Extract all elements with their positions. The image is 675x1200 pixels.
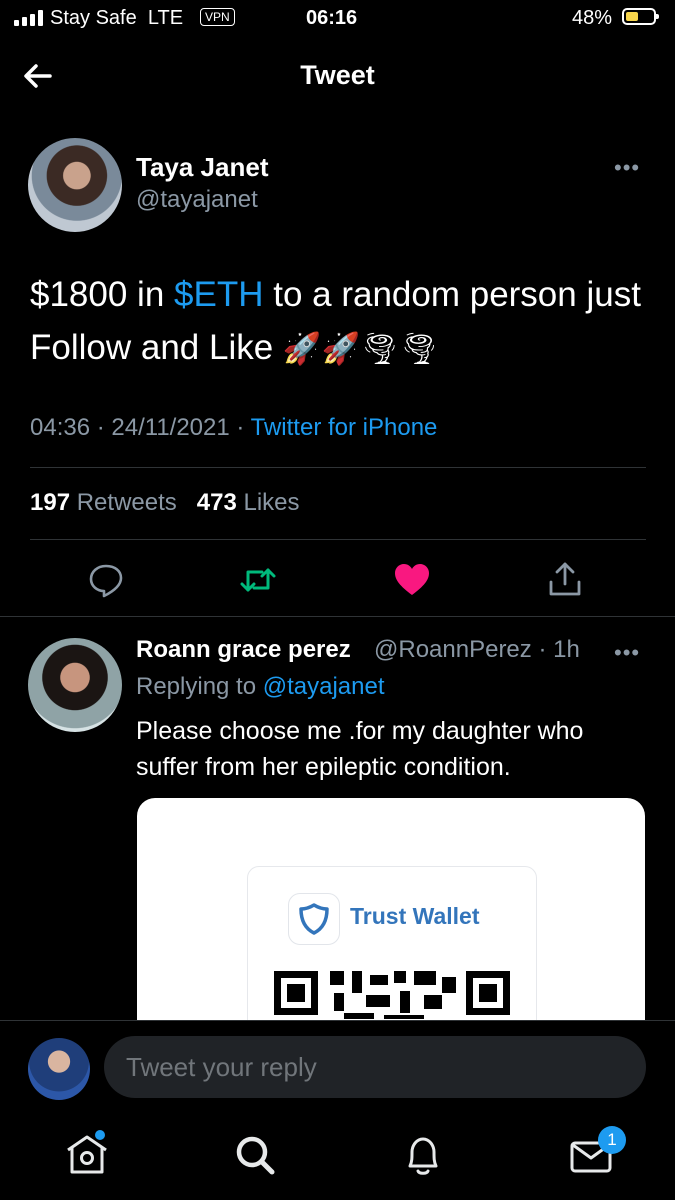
home-icon xyxy=(67,1135,107,1174)
reply-input[interactable] xyxy=(104,1036,646,1098)
comment-icon xyxy=(89,564,123,598)
carrier-name: Stay Safe LTE xyxy=(50,7,184,29)
reply-text: Please choose me .for my daughter who su… xyxy=(136,717,584,781)
tab-notifications[interactable] xyxy=(398,1130,448,1180)
trust-wallet-label: Trust Wallet xyxy=(350,903,480,929)
tab-search[interactable] xyxy=(230,1130,280,1180)
divider xyxy=(0,616,675,617)
tweet-emojis: 🚀🚀🌪🌪 xyxy=(282,331,439,367)
tab-home[interactable] xyxy=(62,1130,112,1180)
heart-icon xyxy=(395,564,429,595)
divider xyxy=(30,467,646,468)
reply-more-options-icon[interactable]: ••• xyxy=(614,640,640,666)
signal-icon xyxy=(14,10,43,26)
page-title: Tweet xyxy=(300,60,375,90)
cashtag-link[interactable]: $ETH xyxy=(174,275,263,314)
home-unread-dot xyxy=(95,1130,105,1140)
replying-to-mention[interactable]: @tayajanet xyxy=(263,673,385,700)
tweet-stats: 197 Retweets 473 Likes xyxy=(30,489,300,517)
author-handle[interactable]: @tayajanet xyxy=(136,186,258,214)
author-avatar[interactable] xyxy=(28,138,122,232)
share-icon xyxy=(549,562,581,596)
battery-icon xyxy=(622,8,659,25)
retweet-icon xyxy=(240,568,276,592)
tweet-time: 04:36 xyxy=(30,414,91,441)
tweet-date: 24/11/2021 xyxy=(111,414,230,441)
reply-author-avatar[interactable] xyxy=(28,638,122,732)
vpn-badge: VPN xyxy=(200,8,235,26)
more-options-icon[interactable]: ••• xyxy=(614,155,640,181)
reply-author-name[interactable]: Roann grace perez xyxy=(136,636,351,664)
my-avatar[interactable] xyxy=(28,1038,90,1100)
reply-media-image[interactable]: Trust Wallet xyxy=(137,798,645,1038)
messages-badge: 1 xyxy=(598,1126,626,1154)
tweet-meta: 04:36 · 24/11/2021 · Twitter for iPhone xyxy=(30,414,438,441)
search-icon xyxy=(236,1136,275,1175)
divider xyxy=(30,539,646,540)
shield-icon xyxy=(299,903,329,935)
retweet-button[interactable] xyxy=(238,560,278,600)
retweets-stat[interactable]: 197 Retweets xyxy=(30,489,177,516)
trust-wallet-card: Trust Wallet xyxy=(247,866,537,1038)
battery-percent: 48% xyxy=(572,7,613,29)
status-time: 06:16 xyxy=(306,7,358,29)
reply-button[interactable] xyxy=(86,560,126,600)
replying-to: Replying to @tayajanet xyxy=(136,673,385,700)
tweet-source-link[interactable]: Twitter for iPhone xyxy=(251,414,438,441)
like-button[interactable] xyxy=(392,560,432,600)
status-bar: Stay Safe LTE VPN 06:16 48% xyxy=(0,0,675,38)
tweet-text: $1800 in $ETH to a random person just Fo… xyxy=(30,275,641,367)
reply-author-handle[interactable]: @RoannPerez · 1h xyxy=(374,636,580,664)
likes-stat[interactable]: 473 Likes xyxy=(197,489,300,516)
trust-wallet-logo xyxy=(288,893,340,945)
share-button[interactable] xyxy=(545,560,585,600)
author-name[interactable]: Taya Janet xyxy=(136,152,268,183)
bell-icon xyxy=(408,1137,438,1175)
